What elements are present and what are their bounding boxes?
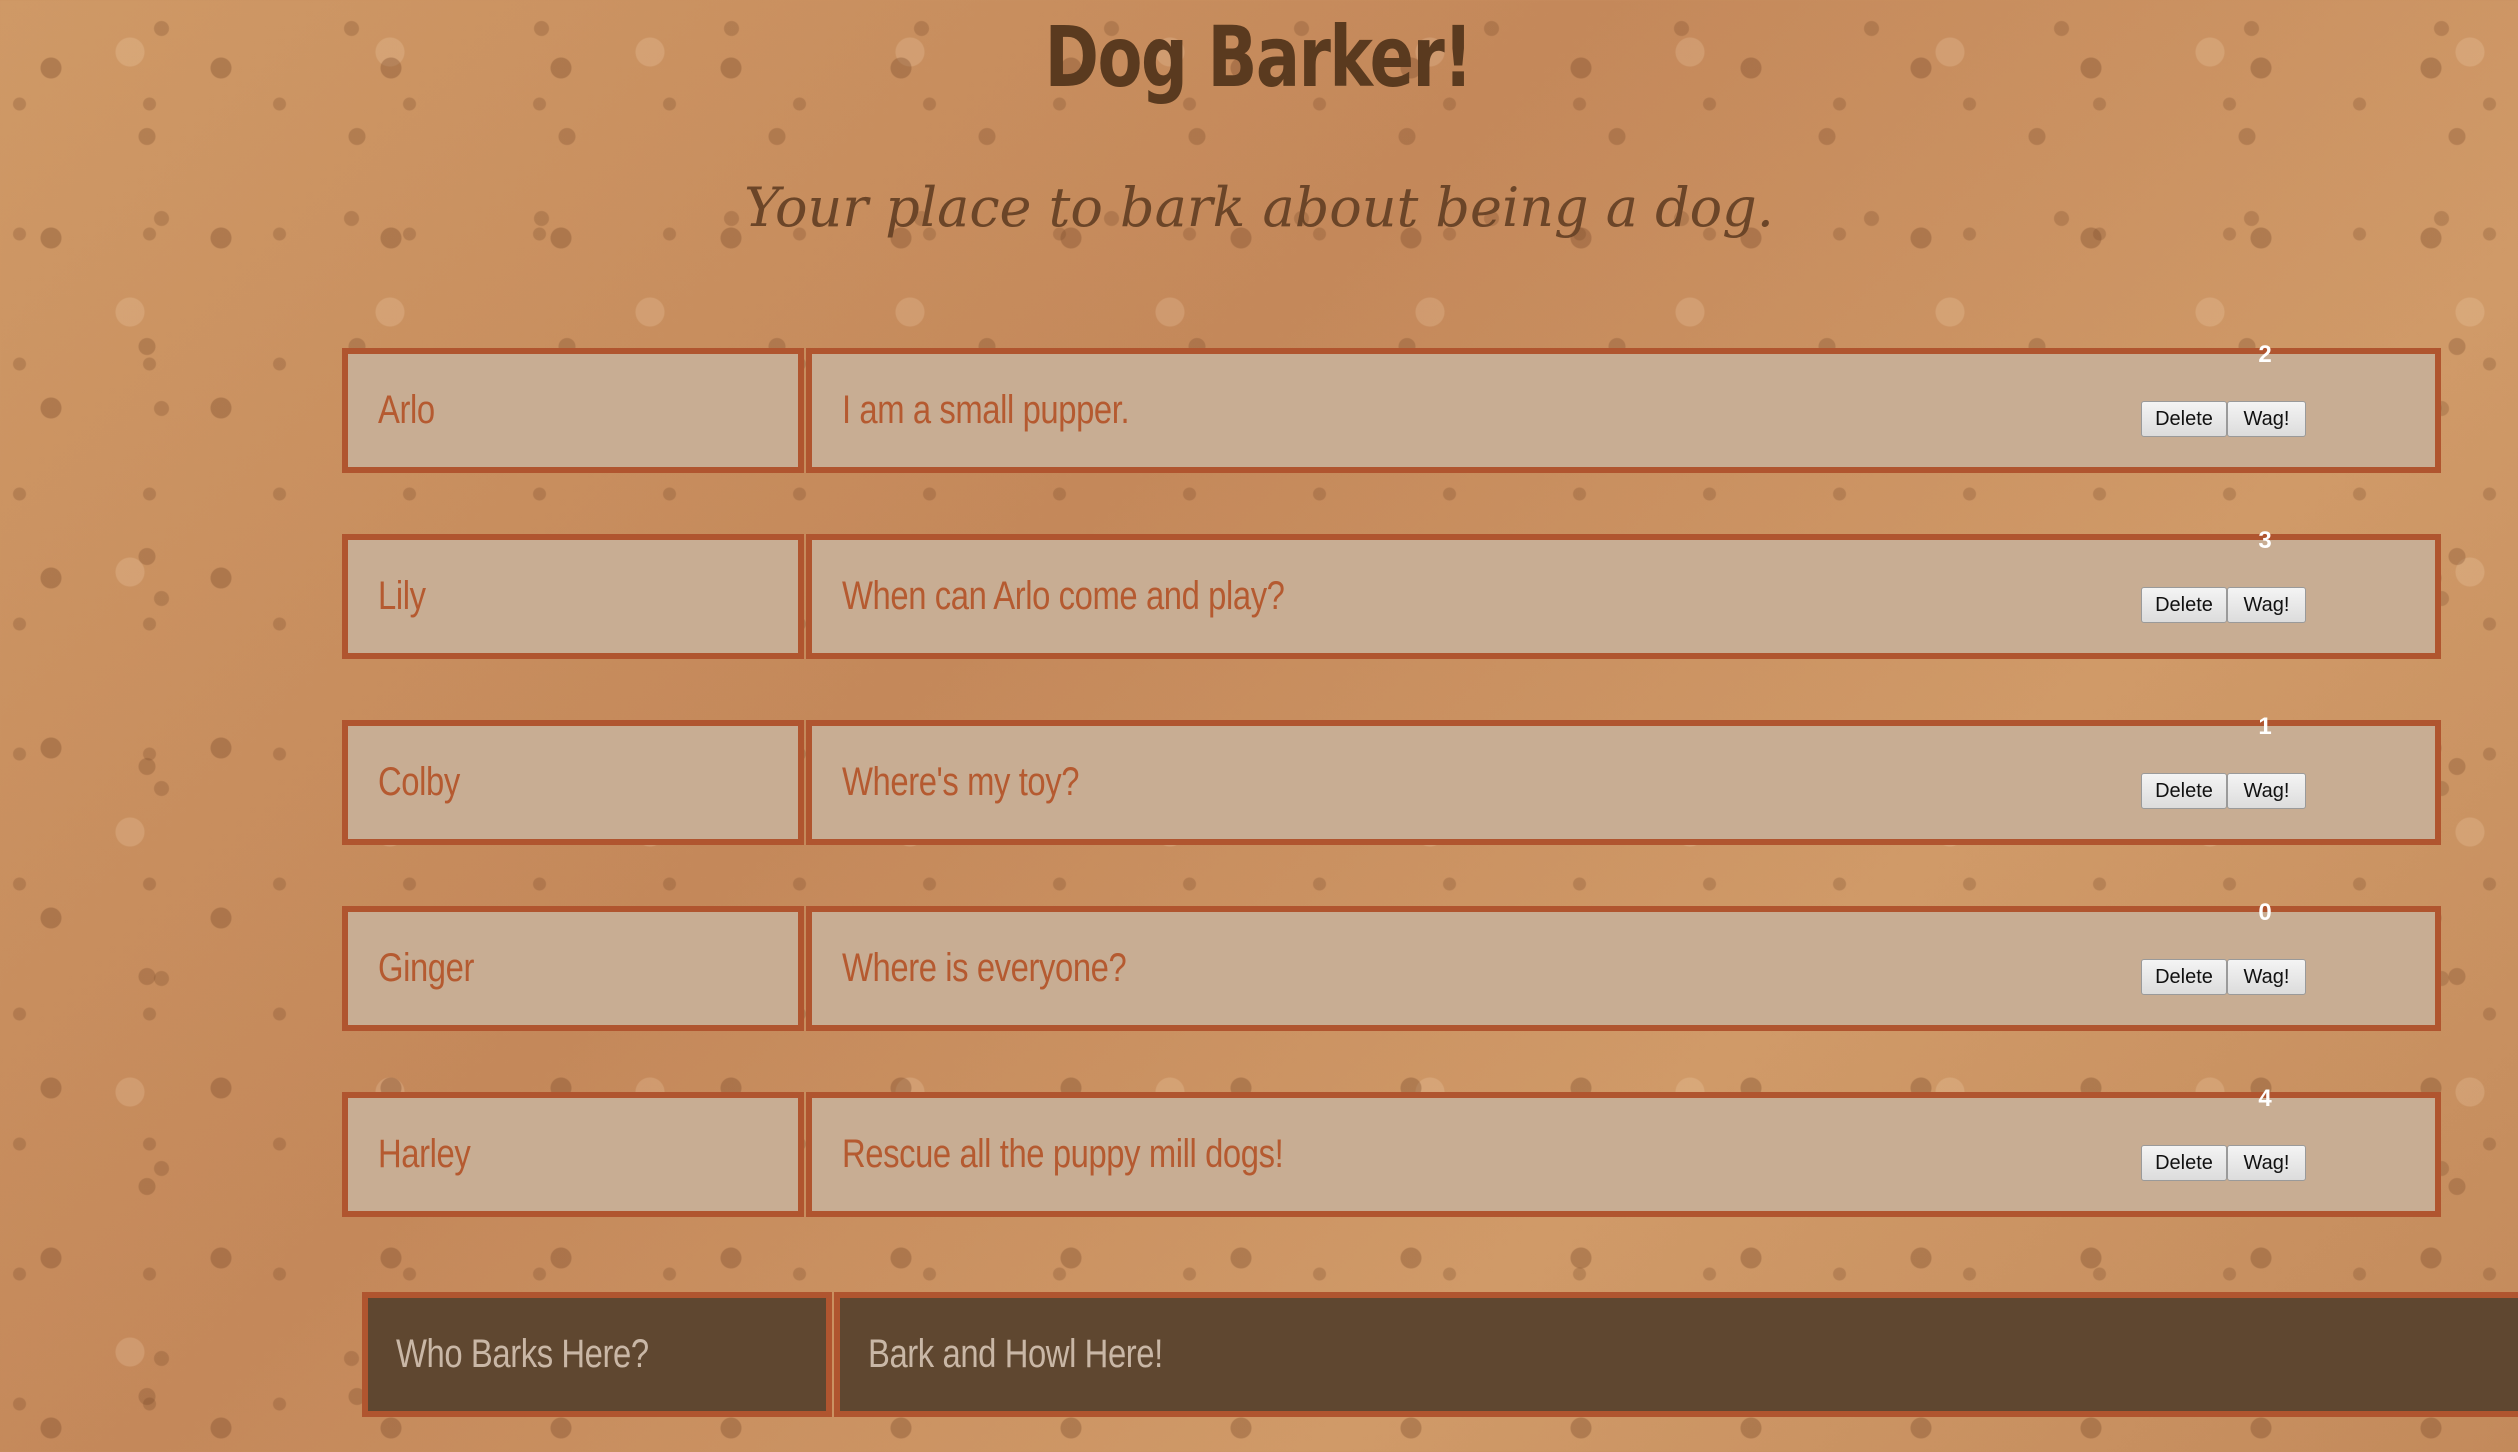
bark-name: Arlo (378, 388, 435, 432)
bark-name-field: Ginger (342, 906, 804, 1031)
bark-name: Ginger (378, 946, 474, 990)
wag-button[interactable]: Wag! (2227, 587, 2306, 623)
delete-button[interactable]: Delete (2141, 587, 2227, 623)
bark-name-field: Colby (342, 720, 804, 845)
delete-button[interactable]: Delete (2141, 773, 2227, 809)
wag-button[interactable]: Wag! (2227, 773, 2306, 809)
delete-button[interactable]: Delete (2141, 1145, 2227, 1181)
wag-count: 0 (2258, 899, 2272, 926)
wag-button[interactable]: Wag! (2227, 1145, 2306, 1181)
bark-message: Where is everyone? (842, 946, 1127, 990)
wag-button[interactable]: Wag! (2227, 401, 2306, 437)
bark-message: Rescue all the puppy mill dogs! (842, 1132, 1284, 1176)
delete-button[interactable]: Delete (2141, 401, 2227, 437)
bark-name: Lily (378, 574, 426, 618)
delete-button[interactable]: Delete (2141, 959, 2227, 995)
name-input-placeholder: Who Barks Here? (396, 1332, 649, 1376)
bark-input[interactable]: Bark and Howl Here! (834, 1292, 2518, 1417)
wag-count: 3 (2258, 527, 2272, 554)
bark-name: Harley (378, 1132, 471, 1176)
wag-count: 4 (2258, 1085, 2272, 1112)
page-subtitle: Your place to bark about being a dog. (744, 176, 1774, 239)
bark-name-field: Lily (342, 534, 804, 659)
bark-input-placeholder: Bark and Howl Here! (868, 1332, 1163, 1376)
bark-name-field: Arlo (342, 348, 804, 473)
page-title: Dog Barker! (1044, 8, 1473, 106)
bark-name: Colby (378, 760, 460, 804)
wag-count: 1 (2258, 713, 2272, 740)
bark-message: Where's my toy? (842, 760, 1080, 804)
bark-name-field: Harley (342, 1092, 804, 1217)
bark-message: When can Arlo come and play? (842, 574, 1285, 618)
bark-message: I am a small pupper. (842, 388, 1130, 432)
name-input[interactable]: Who Barks Here? (362, 1292, 832, 1417)
wag-button[interactable]: Wag! (2227, 959, 2306, 995)
wag-count: 2 (2258, 341, 2272, 368)
